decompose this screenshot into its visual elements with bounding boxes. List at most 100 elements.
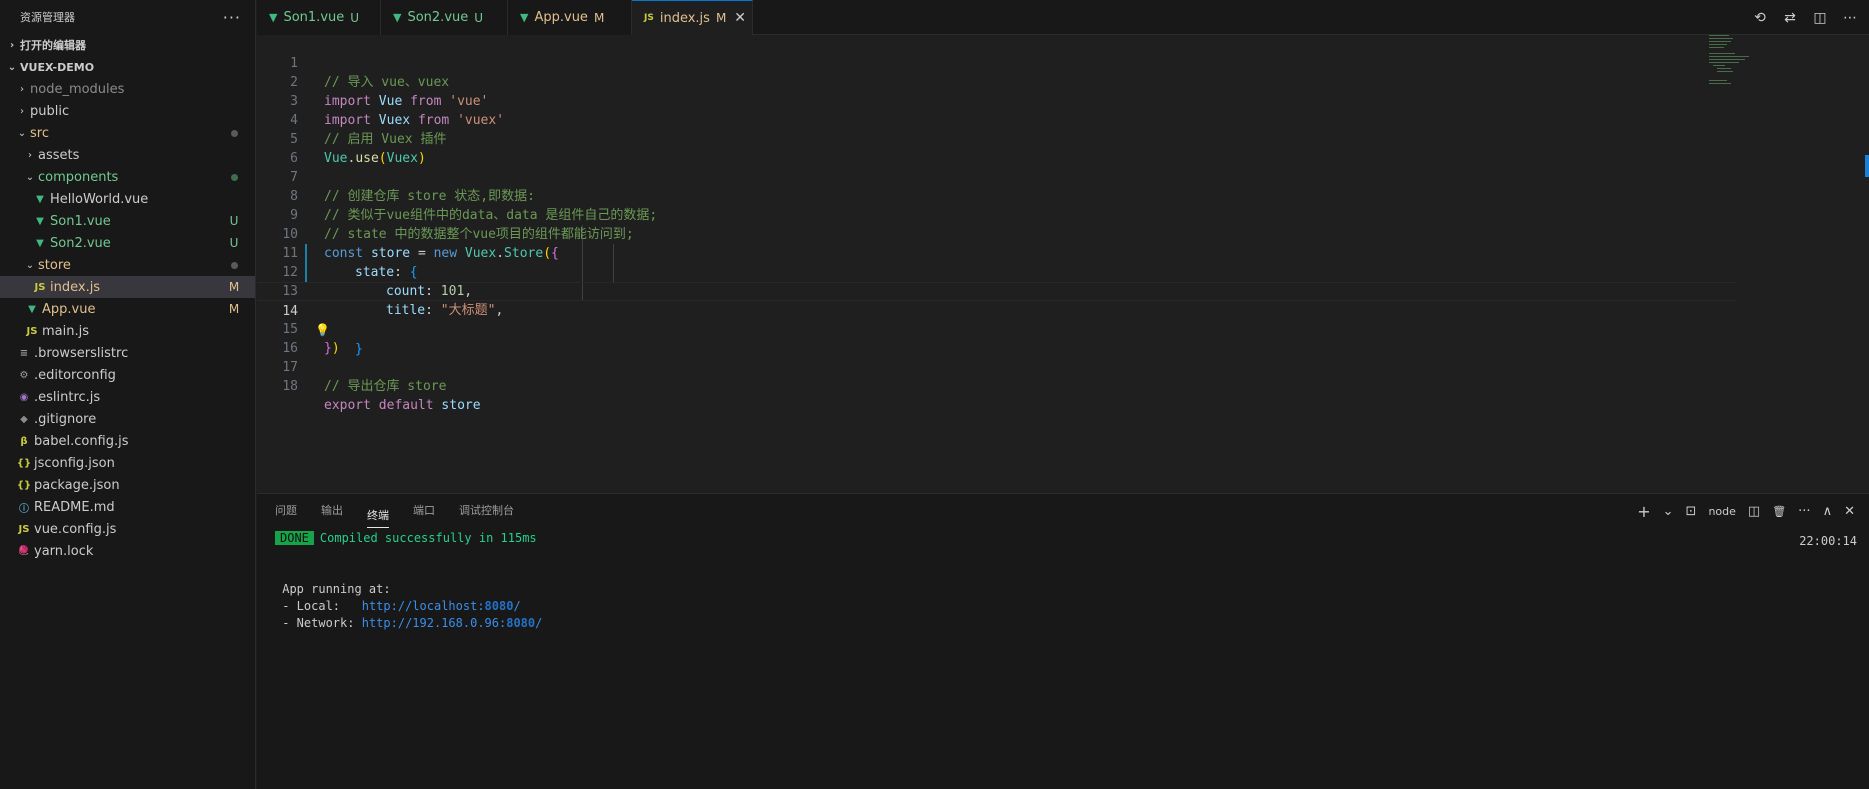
code-comment: // 导出仓库 store [324,379,447,394]
more-actions-icon[interactable]: ⋯ [1841,10,1859,26]
tree-item-son1-vue[interactable]: ▼ Son1.vue U [0,210,255,232]
code-line: 16 [257,320,1737,356]
local-label: - Local: [282,599,362,613]
tree-item-label: store [38,257,71,273]
tree-item-label: HelloWorld.vue [50,191,149,207]
code-line: 10 const store = new Vuex.Store({ [257,206,1737,261]
network-url-port: 8080 [506,616,536,630]
json-file-icon: {} [16,479,32,491]
tree-item-store[interactable]: ⌄ store [0,254,255,276]
vue-file-icon: ▼ [393,11,402,24]
tree-item-label: package.json [34,477,120,493]
code-token: export [324,398,371,413]
code-line: 11 state: { [257,225,1737,280]
vue-file-icon: ▼ [36,193,44,205]
tab-output[interactable]: 输出 [321,494,343,528]
tree-item-label: .eslintrc.js [34,389,101,405]
tree-item-label: public [30,103,70,119]
tree-item-jsconfig-json[interactable]: {} jsconfig.json [0,452,255,474]
tree-item-editorconfig[interactable]: ⚙ .editorconfig [0,364,255,386]
tree-item-babel-config-js[interactable]: β babel.config.js [0,430,255,452]
tree-item-readme-md[interactable]: ⓘ README.md [0,496,255,518]
chevron-right-icon: › [20,83,24,95]
add-terminal-icon[interactable]: + [1637,502,1650,521]
more-actions-icon[interactable]: ··· [1798,504,1810,519]
terminal-name[interactable]: node [1708,505,1735,518]
chevron-right-icon: › [28,149,32,161]
network-label: - Network: [282,616,362,630]
tree-item-vue-config-js[interactable]: JS vue.config.js [0,518,255,540]
compare-changes-icon[interactable]: ⇄ [1781,10,1799,26]
trash-icon[interactable]: 🗑 [1772,505,1786,518]
chevron-down-icon[interactable]: ⌄ [1663,504,1674,519]
tree-item-label: README.md [34,499,115,515]
scrollbar-indicator[interactable] [1865,155,1869,177]
code-line: 6 [257,130,1737,166]
explorer-title: 资源管理器 [20,11,75,24]
editor-tab-bar: ▼ Son1.vue U ▼ Son2.vue U ▼ App.vue M JS… [257,0,1869,35]
open-editors-section[interactable]: › 打开的编辑器 [0,34,255,56]
tab-problems[interactable]: 问题 [275,494,297,528]
tab-label: index.js [659,10,710,26]
tree-item-helloworld-vue[interactable]: ▼ HelloWorld.vue [0,188,255,210]
tree-item-assets[interactable]: › assets [0,144,255,166]
timeline-icon[interactable]: ⟲ [1751,10,1769,26]
project-section[interactable]: ⌄ VUEX-DEMO [0,56,255,78]
tab-index-js[interactable]: JS index.js M ✕ [632,0,753,35]
more-actions-icon[interactable]: ··· [223,8,241,27]
running-message: App running at: [282,582,391,596]
code-line: 5 Vue.use(Vuex) [257,111,1737,166]
vue-file-icon: ▼ [28,303,36,315]
code-editor[interactable]: 1 // 导入 vue、vuex 2 import Vue from 'vue'… [257,35,1869,493]
tree-item-browserslistrc[interactable]: ≡ .browserslistrc [0,342,255,364]
tree-item-label: .browserslistrc [34,345,129,361]
tab-ports[interactable]: 端口 [413,494,435,528]
tab-label: Son2.vue [407,10,469,25]
tab-son1-vue[interactable]: ▼ Son1.vue U [257,0,381,35]
maximize-panel-icon[interactable]: ∧ [1823,504,1833,519]
info-icon: ⓘ [19,503,29,515]
close-tab-icon[interactable]: ✕ [734,10,746,26]
terminal-output[interactable]: DONE Compiled successfully in 115ms App r… [275,530,542,632]
tree-item-app-vue[interactable]: ▼ App.vue M [0,298,255,320]
tree-item-label: assets [38,147,80,163]
network-url-host: http://192.168.0.96: [361,616,507,630]
tree-item-index-js[interactable]: JS index.js M [0,276,255,298]
tab-son2-vue[interactable]: ▼ Son2.vue U [381,0,508,35]
tree-item-label: index.js [50,279,101,295]
chevron-right-icon: › [9,39,15,51]
chevron-down-icon: ⌄ [17,127,27,139]
js-file-icon: JS [34,281,46,293]
tree-item-package-json[interactable]: {} package.json [0,474,255,496]
network-url[interactable]: http://192.168.0.96:8080/ [362,616,543,630]
close-panel-icon[interactable]: ✕ [1844,504,1855,519]
tree-item-gitignore[interactable]: ◆ .gitignore [0,408,255,430]
tree-item-yarn-lock[interactable]: 🧶 yarn.lock [0,540,255,562]
tree-item-label: yarn.lock [34,543,94,559]
tree-item-label: Son1.vue [50,213,111,229]
tree-item-node-modules[interactable]: › node_modules [0,78,255,100]
tree-item-son2-vue[interactable]: ▼ Son2.vue U [0,232,255,254]
chevron-down-icon: ⌄ [25,171,35,183]
eslint-icon: ◉ [19,391,29,403]
tree-item-label: vue.config.js [34,521,117,537]
code-line: 17 // 导出仓库 store [257,339,1737,394]
tab-app-vue[interactable]: ▼ App.vue M [508,0,632,35]
panel-actions: + ⌄ ⊡ node ◫ 🗑 ··· ∧ ✕ [1637,494,1855,528]
tree-item-components[interactable]: ⌄ components [0,166,255,188]
code-line: 1 // 导入 vue、vuex [257,35,1737,90]
tree-item-main-js[interactable]: JS main.js [0,320,255,342]
chevron-down-icon: ⌄ [7,61,17,73]
split-terminal-icon[interactable]: ◫ [1748,504,1760,519]
minimap[interactable] [1709,35,1769,95]
tree-item-src[interactable]: ⌄ src [0,122,255,144]
split-editor-icon[interactable]: ◫ [1811,10,1829,26]
tree-item-eslintrc-js[interactable]: ◉ .eslintrc.js [0,386,255,408]
tab-debug-console[interactable]: 调试控制台 [459,494,514,528]
tree-item-public[interactable]: › public [0,100,255,122]
modified-dot-icon [227,258,241,272]
tab-terminal[interactable]: 终端 [367,504,389,528]
list-file-icon: ≡ [19,347,29,359]
local-url-slash: / [513,599,521,613]
local-url[interactable]: http://localhost:8080/ [362,599,521,613]
